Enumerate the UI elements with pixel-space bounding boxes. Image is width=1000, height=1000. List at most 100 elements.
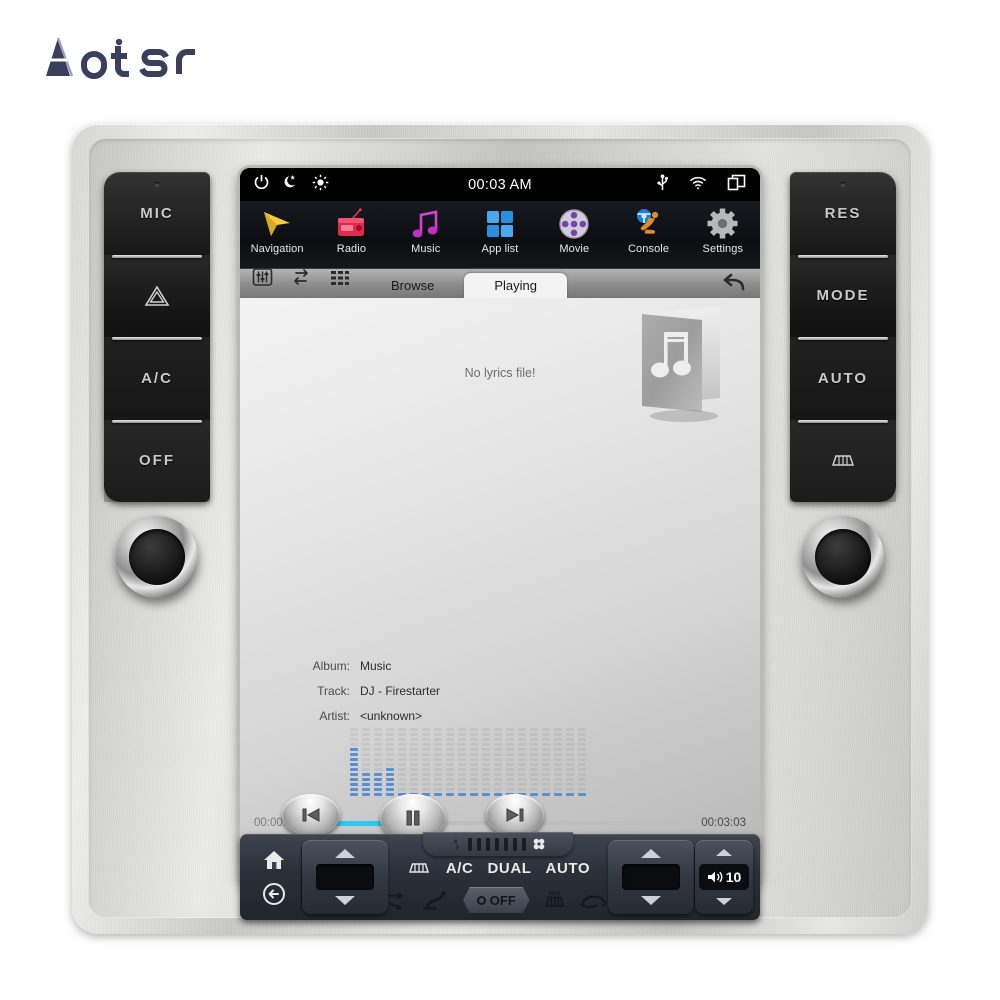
volume-stepper[interactable]: 10 [695, 840, 753, 914]
bezel-button-auto[interactable]: AUTO [790, 337, 896, 420]
chevron-up-icon [641, 848, 661, 858]
power-icon[interactable] [254, 174, 269, 195]
tab-playing[interactable]: Playing [464, 273, 567, 298]
bezel-button-ac[interactable]: A/C [104, 337, 210, 420]
spectrum-segment [506, 753, 514, 756]
spectrum-segment [506, 783, 514, 786]
spectrum-segment [410, 743, 418, 746]
app-label: Console [628, 243, 670, 255]
recent-apps-icon[interactable] [727, 174, 746, 196]
app-movie[interactable]: Movie [537, 202, 611, 268]
playlist-icon[interactable] [329, 268, 351, 292]
usb-icon [656, 174, 669, 196]
spectrum-segment [398, 763, 406, 766]
app-music[interactable]: Music [389, 202, 463, 268]
navigation-arrow-icon [260, 205, 294, 242]
airflow-arrows-icon[interactable] [388, 886, 410, 914]
climate-off-button[interactable]: OFF [463, 887, 530, 913]
spectrum-segment [494, 788, 502, 791]
bezel-button-res[interactable]: RES [790, 172, 896, 255]
spectrum-segment [362, 758, 370, 761]
spectrum-segment [530, 773, 538, 776]
home-icon[interactable] [257, 845, 291, 875]
app-app-list[interactable]: App list [463, 202, 537, 268]
spectrum-segment [506, 743, 514, 746]
spectrum-segment [410, 758, 418, 761]
spectrum-segment [518, 763, 526, 766]
spectrum-segment [398, 778, 406, 781]
app-navigation[interactable]: Navigation [240, 202, 314, 268]
left-knob[interactable] [116, 516, 198, 598]
spectrum-segment [458, 753, 466, 756]
spectrum-bar [386, 728, 394, 796]
status-bar: 00:03 AM [240, 168, 760, 202]
recirculation-icon[interactable] [579, 888, 608, 912]
spectrum-segment [542, 783, 550, 786]
metadata-row: Artist: <unknown> [240, 709, 760, 723]
spectrum-segment [410, 753, 418, 756]
fan-speed-indicator[interactable] [423, 832, 573, 856]
bezel-button-hazard[interactable] [104, 254, 210, 337]
spectrum-segment [362, 773, 370, 776]
spectrum-segment [398, 748, 406, 751]
bezel-button-mic[interactable]: MIC [104, 172, 210, 255]
spectrum-bar [422, 728, 430, 796]
volume-value: 10 [725, 868, 742, 885]
climate-label-dual[interactable]: DUAL [487, 860, 531, 877]
now-playing-panel: No lyrics file! 00:00:54 00:03:03 Album:… [240, 298, 760, 884]
climate-label-auto[interactable]: AUTO [546, 860, 591, 877]
spectrum-segment [350, 738, 358, 741]
back-arrow-icon[interactable] [721, 272, 760, 298]
app-radio[interactable]: Radio [314, 202, 388, 268]
spectrum-segment [554, 748, 562, 751]
repeat-icon[interactable] [289, 268, 313, 292]
seat-airflow-icon[interactable] [422, 886, 451, 914]
spectrum-segment [482, 758, 490, 761]
spectrum-segment [542, 743, 550, 746]
previous-track-button[interactable] [282, 794, 340, 836]
spectrum-segment [446, 778, 454, 781]
app-settings[interactable]: Settings [686, 202, 760, 268]
spectrum-segment [494, 783, 502, 786]
right-knob[interactable] [802, 516, 884, 598]
night-mode-icon[interactable] [282, 174, 299, 195]
spectrum-segment [446, 788, 454, 791]
spectrum-segment [410, 778, 418, 781]
app-console[interactable]: Console [611, 202, 685, 268]
bezel-button-mode[interactable]: MODE [790, 254, 896, 337]
head-unit-housing: MIC A/C OFF RES MODE AUTO 00:03 AM Navig… [72, 124, 928, 934]
music-toolbar: Browse Playing [240, 268, 760, 298]
spectrum-segment [434, 768, 442, 771]
spectrum-segment [398, 783, 406, 786]
spectrum-segment [494, 748, 502, 751]
spectrum-segment [578, 778, 586, 781]
tab-label: Playing [494, 278, 537, 293]
driver-temp-stepper[interactable] [302, 840, 388, 914]
climate-label-ac[interactable]: A/C [446, 860, 474, 877]
spectrum-segment [446, 753, 454, 756]
spectrum-segment [434, 758, 442, 761]
passenger-temp-stepper[interactable] [608, 840, 694, 914]
bezel-button-off[interactable]: OFF [104, 419, 210, 502]
spectrum-segment [578, 753, 586, 756]
spectrum-segment [506, 788, 514, 791]
max-defrost-icon[interactable]: MAX [542, 887, 568, 913]
windshield-defrost-icon[interactable] [406, 860, 432, 877]
spectrum-segment [506, 763, 514, 766]
steering-wheel-icon [632, 205, 666, 242]
bezel-button-rear-defrost[interactable] [790, 419, 896, 502]
spectrum-segment [494, 753, 502, 756]
spectrum-segment [542, 788, 550, 791]
spectrum-segment [482, 788, 490, 791]
fan-bar [503, 837, 508, 851]
next-track-button[interactable] [486, 794, 544, 836]
passenger-temp-display [622, 863, 680, 890]
back-circle-icon[interactable] [257, 879, 291, 909]
spectrum-segment [506, 748, 514, 751]
brightness-icon[interactable] [312, 174, 329, 196]
spectrum-segment [470, 768, 478, 771]
tab-browse[interactable]: Browse [361, 273, 464, 298]
spectrum-segment [470, 788, 478, 791]
app-label: Settings [702, 243, 744, 255]
equalizer-icon[interactable] [252, 267, 273, 292]
